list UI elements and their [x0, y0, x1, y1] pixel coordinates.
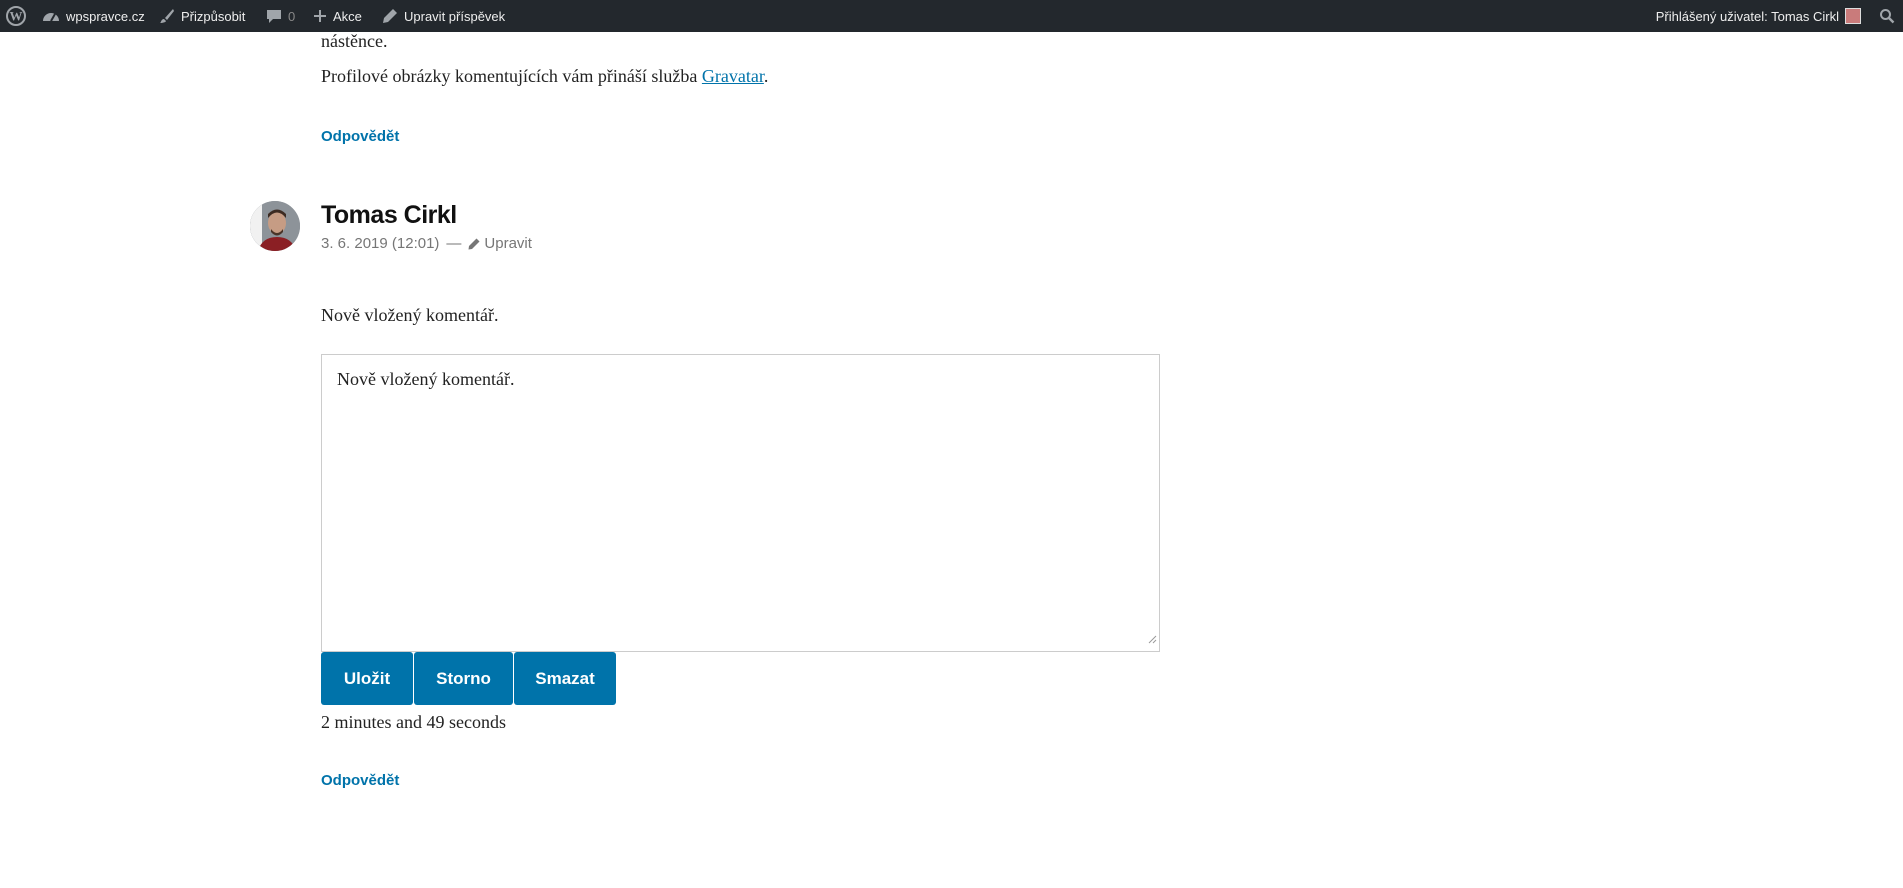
- edit-post-label: Upravit příspěvek: [404, 8, 506, 24]
- new-content-label: Akce: [333, 8, 362, 24]
- site-name-label: wpspravce.cz: [66, 8, 145, 24]
- customize-link[interactable]: Přizpůsobit: [159, 0, 245, 32]
- comment-edit-value: Nově vložený komentář.: [337, 369, 515, 389]
- account-label: Přihlášený uživatel: Tomas Cirkl: [1655, 8, 1839, 24]
- comment-author[interactable]: Tomas Cirkl: [321, 201, 457, 230]
- edit-pencil-icon: [468, 238, 480, 250]
- gravatar-link[interactable]: Gravatar: [702, 66, 764, 86]
- comment-edit-textarea[interactable]: Nově vložený komentář.: [321, 354, 1160, 652]
- comment-date[interactable]: 3. 6. 2019 (12:01): [321, 235, 439, 252]
- save-button[interactable]: Uložit: [321, 652, 413, 705]
- cancel-button[interactable]: Storno: [414, 652, 513, 705]
- comment-text: Nově vložený komentář.: [321, 305, 499, 325]
- svg-text:W: W: [10, 9, 23, 24]
- edit-post-link[interactable]: Upravit příspěvek: [382, 0, 505, 32]
- comment-bubble-icon: [266, 8, 282, 24]
- comment-meta: 3. 6. 2019 (12:01) — Upravit: [321, 235, 532, 252]
- edit-timer: 2 minutes and 49 seconds: [321, 712, 506, 732]
- comments-count: 0: [288, 8, 296, 24]
- resize-handle-icon[interactable]: [1148, 628, 1157, 649]
- user-avatar-small: [1845, 8, 1861, 24]
- plus-icon: [313, 9, 327, 23]
- reply-link-previous[interactable]: Odpovědět: [321, 128, 399, 145]
- my-account-menu[interactable]: Přihlášený uživatel: Tomas Cirkl: [1656, 0, 1861, 32]
- customize-label: Přizpůsobit: [181, 8, 246, 24]
- site-name-link[interactable]: wpspravce.cz: [42, 0, 145, 32]
- wordpress-logo-icon[interactable]: W: [6, 0, 26, 32]
- meta-separator: —: [446, 235, 462, 252]
- paintbrush-icon: [159, 8, 175, 24]
- reply-link[interactable]: Odpovědět: [321, 772, 399, 789]
- dashboard-icon: [42, 9, 60, 23]
- edit-comment-link[interactable]: Upravit: [484, 235, 532, 252]
- gravatar-note-suffix: .: [763, 66, 769, 86]
- avatar: [250, 201, 300, 251]
- delete-button[interactable]: Smazat: [514, 652, 616, 705]
- admin-bar: W wpspravce.cz Přizpůsobit 0 Akce Upravi…: [0, 0, 1903, 32]
- gravatar-note-prefix: Profilové obrázky komentujících vám přin…: [321, 66, 702, 86]
- search-icon[interactable]: [1879, 0, 1895, 32]
- pencil-icon: [382, 8, 398, 24]
- gravatar-note: Profilové obrázky komentujících vám přin…: [321, 66, 768, 87]
- previous-comment-text-tail: nástěnce.: [321, 31, 388, 51]
- comments-link[interactable]: 0: [266, 0, 295, 32]
- new-content-menu[interactable]: Akce: [313, 0, 362, 32]
